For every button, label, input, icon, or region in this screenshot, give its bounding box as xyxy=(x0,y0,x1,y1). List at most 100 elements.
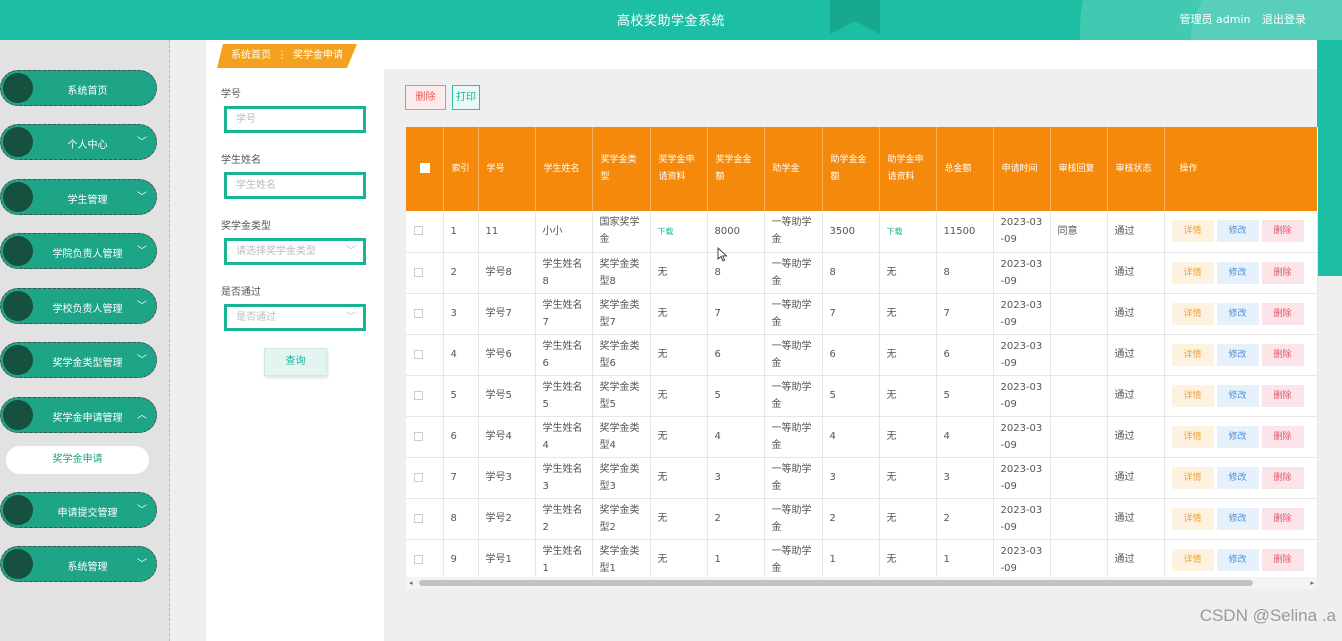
detail-button[interactable]: 详情 xyxy=(1171,343,1214,366)
scroll-left-icon[interactable]: ◂ xyxy=(409,577,413,589)
row-checkbox[interactable] xyxy=(414,390,423,400)
detail-button[interactable]: 详情 xyxy=(1171,425,1214,448)
scrollbar-thumb[interactable] xyxy=(419,580,1253,586)
cell-no: 学号3 xyxy=(478,457,536,499)
detail-button[interactable]: 详情 xyxy=(1171,302,1214,325)
delete-button[interactable]: 删除 xyxy=(1261,507,1304,530)
cell-text: 一等助学金 xyxy=(771,463,812,492)
row-select-cell xyxy=(406,457,444,499)
row-checkbox[interactable] xyxy=(414,308,423,318)
download-link[interactable]: 下载 xyxy=(658,227,674,236)
edit-button[interactable]: 修改 xyxy=(1216,302,1259,325)
sidebar-item-personal-center[interactable]: 个人中心 ﹀ xyxy=(0,124,157,160)
cell-grant: 一等助学金 xyxy=(764,252,823,294)
delete-button[interactable]: 删除 xyxy=(1261,261,1304,284)
edit-button[interactable]: 修改 xyxy=(1216,220,1259,243)
delete-button[interactable]: 删除 xyxy=(1261,302,1304,325)
delete-button[interactable]: 删除 xyxy=(1261,466,1304,489)
cell-text: 6 xyxy=(943,349,950,360)
delete-button[interactable]: 删除 xyxy=(1261,343,1304,366)
edit-button[interactable]: 修改 xyxy=(1216,261,1259,284)
cell-actions: 详情 修改 删除 xyxy=(1164,211,1318,253)
delete-button[interactable]: 删除 xyxy=(1261,548,1304,571)
select-all-checkbox[interactable] xyxy=(420,163,430,173)
sidebar-item-label: 奖学金类型管理 xyxy=(52,358,123,369)
cell-text: 2023-03-09 xyxy=(1000,258,1043,287)
cell-idx: 1 xyxy=(443,211,479,253)
cell-text: 一等助学金 xyxy=(771,258,812,287)
logout-link[interactable]: 退出登录 xyxy=(1262,13,1306,26)
cell-text: 9 xyxy=(450,554,457,565)
cell-grant: 一等助学金 xyxy=(764,334,823,376)
print-button[interactable]: 打印 xyxy=(452,85,480,110)
detail-button[interactable]: 详情 xyxy=(1171,466,1214,489)
student-name-input[interactable]: 学生姓名 xyxy=(224,172,366,199)
pass-status-select[interactable]: 是否通过 ﹀ xyxy=(224,304,366,331)
cell-text: 8 xyxy=(450,513,457,524)
detail-button[interactable]: 详情 xyxy=(1171,261,1214,284)
sidebar-item-label: 学校负责人管理 xyxy=(52,304,123,315)
horizontal-scrollbar[interactable]: ◂ ▸ xyxy=(406,577,1317,589)
edit-button[interactable]: 修改 xyxy=(1216,343,1259,366)
breadcrumb-home[interactable]: 系统首页 xyxy=(231,50,271,61)
edit-button[interactable]: 修改 xyxy=(1216,548,1259,571)
cell-grant_amount: 7 xyxy=(822,293,880,335)
download-link[interactable]: 下载 xyxy=(887,227,903,236)
cell-actions: 详情 修改 删除 xyxy=(1164,375,1318,417)
menu-bullet-icon xyxy=(3,127,33,157)
delete-button[interactable]: 删除 xyxy=(1261,425,1304,448)
cell-name: 学生姓名8 xyxy=(535,252,593,294)
student-no-input[interactable]: 学号 xyxy=(224,106,366,133)
edit-button[interactable]: 修改 xyxy=(1216,425,1259,448)
delete-button[interactable]: 删除 xyxy=(1261,220,1304,243)
sidebar-item-college-leader-mgmt[interactable]: 学院负责人管理 ﹀ xyxy=(0,233,157,269)
submenu-item-scholarship-apply[interactable]: 奖学金申请 xyxy=(6,446,149,474)
cell-text: 学生姓名8 xyxy=(542,258,583,287)
row-checkbox[interactable] xyxy=(414,431,423,441)
sidebar-item-submission-mgmt[interactable]: 申请提交管理 ﹀ xyxy=(0,492,157,528)
batch-delete-button[interactable]: 删除 xyxy=(405,85,446,110)
edit-button[interactable]: 修改 xyxy=(1216,466,1259,489)
cell-text: 通过 xyxy=(1114,225,1135,237)
cell-grant: 一等助学金 xyxy=(764,416,823,458)
app-title: 高校奖助学金系统 xyxy=(616,14,725,29)
detail-button[interactable]: 详情 xyxy=(1171,384,1214,407)
mouse-cursor-icon xyxy=(717,247,728,262)
query-button[interactable]: 查询 xyxy=(264,348,327,376)
chevron-down-icon: ﹀ xyxy=(137,355,147,366)
cell-text: 6 xyxy=(450,431,457,442)
sidebar-item-scholarship-apply-mgmt[interactable]: 奖学金申请管理 ︿ xyxy=(0,397,157,433)
row-checkbox[interactable] xyxy=(414,513,423,523)
detail-button[interactable]: 详情 xyxy=(1171,548,1214,571)
cell-text: 1 xyxy=(450,225,457,237)
edit-button[interactable]: 修改 xyxy=(1216,507,1259,530)
edit-button[interactable]: 修改 xyxy=(1216,384,1259,407)
table-row: 3 学号7 学生姓名7 奖学金类型7 无 7 一等助学金 7 无 7 2023-03-09 通过 详情修… xyxy=(406,293,1318,335)
cell-no: 学号4 xyxy=(478,416,536,458)
row-checkbox[interactable] xyxy=(414,267,423,277)
sidebar-item-home[interactable]: 系统首页 xyxy=(0,70,157,106)
cell-text: 通过 xyxy=(1114,308,1135,319)
cell-actions: 详情 修改 删除 xyxy=(1164,293,1318,335)
cell-type: 奖学金类型2 xyxy=(592,498,651,540)
scholarship-type-select[interactable]: 请选择奖学金类型 ﹀ xyxy=(224,238,366,265)
sidebar-item-school-leader-mgmt[interactable]: 学校负责人管理 ﹀ xyxy=(0,288,157,324)
row-checkbox[interactable] xyxy=(414,349,423,359)
row-checkbox[interactable] xyxy=(414,472,423,482)
sidebar-item-student-mgmt[interactable]: 学生管理 ﹀ xyxy=(0,179,157,215)
sidebar-item-scholarship-type-mgmt[interactable]: 奖学金类型管理 ﹀ xyxy=(0,342,157,378)
menu-bullet-icon xyxy=(3,236,33,266)
cell-name: 学生姓名2 xyxy=(535,498,593,540)
row-checkbox[interactable] xyxy=(414,554,423,564)
detail-button[interactable]: 详情 xyxy=(1171,220,1214,243)
delete-button[interactable]: 删除 xyxy=(1261,384,1304,407)
detail-button[interactable]: 详情 xyxy=(1171,507,1214,530)
menu-bullet-icon xyxy=(3,345,33,375)
sidebar-item-system-mgmt[interactable]: 系统管理 ﹀ xyxy=(0,546,157,582)
cell-no: 学号6 xyxy=(478,334,536,376)
row-select-cell xyxy=(406,375,444,417)
scroll-right-icon[interactable]: ▸ xyxy=(1310,577,1314,589)
sidebar-item-label: 学生管理 xyxy=(67,195,108,206)
cell-total: 7 xyxy=(936,293,994,335)
row-checkbox[interactable] xyxy=(414,226,423,236)
